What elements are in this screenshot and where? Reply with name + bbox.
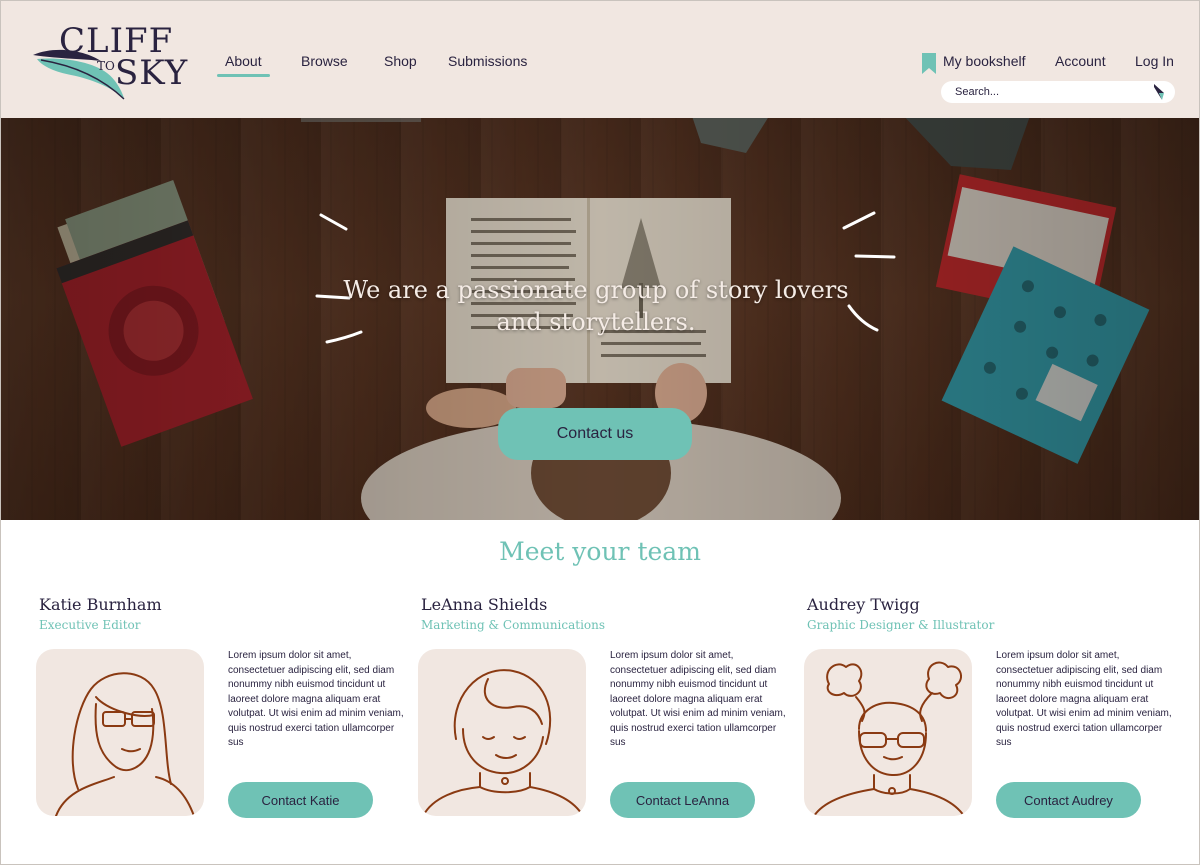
team-member-card: LeAnna Shields Marketing & Communication… bbox=[418, 594, 801, 834]
member-role: Marketing & Communications bbox=[421, 618, 606, 632]
logo[interactable]: CLIFF TO SKY bbox=[31, 21, 201, 103]
contact-leanna-button[interactable]: Contact LeAnna bbox=[610, 782, 755, 818]
search-bar bbox=[941, 81, 1175, 103]
member-bio: Lorem ipsum dolor sit amet, consectetuer… bbox=[610, 650, 786, 748]
logo-text-bottom: SKY bbox=[115, 53, 189, 93]
member-portrait bbox=[804, 649, 972, 816]
search-input[interactable] bbox=[955, 84, 1145, 100]
member-portrait bbox=[36, 649, 204, 816]
portrait-illustration bbox=[813, 661, 965, 816]
nav-item-submissions[interactable]: Submissions bbox=[448, 53, 527, 69]
hero-banner: We are a passionate group of story lover… bbox=[1, 118, 1199, 520]
team-section-title: Meet your team bbox=[499, 537, 701, 566]
login-link[interactable]: Log In bbox=[1135, 53, 1174, 69]
contact-us-button[interactable]: Contact us bbox=[498, 408, 692, 460]
nav-item-browse[interactable]: Browse bbox=[301, 53, 348, 69]
page: CLIFF TO SKY About Browse Shop Submissio… bbox=[0, 0, 1200, 865]
member-portrait bbox=[418, 649, 586, 816]
member-bio: Lorem ipsum dolor sit amet, consectetuer… bbox=[996, 650, 1172, 748]
member-role: Executive Editor bbox=[39, 618, 141, 632]
member-name: Katie Burnham bbox=[39, 595, 162, 614]
my-bookshelf-link[interactable]: My bookshelf bbox=[943, 53, 1025, 69]
nav-item-about[interactable]: About bbox=[217, 53, 270, 77]
hero-heading: We are a passionate group of story lover… bbox=[343, 276, 849, 336]
portrait-illustration bbox=[422, 669, 584, 816]
member-name: Audrey Twigg bbox=[807, 595, 920, 614]
search-arrow-icon[interactable] bbox=[1153, 84, 1165, 100]
contact-audrey-button[interactable]: Contact Audrey bbox=[996, 782, 1141, 818]
account-link[interactable]: Account bbox=[1055, 53, 1106, 69]
site-header: CLIFF TO SKY About Browse Shop Submissio… bbox=[1, 1, 1199, 118]
portrait-illustration bbox=[55, 672, 195, 816]
team-member-card: Audrey Twigg Graphic Designer & Illustra… bbox=[804, 594, 1187, 834]
member-role: Graphic Designer & Illustrator bbox=[807, 618, 995, 632]
contact-katie-button[interactable]: Contact Katie bbox=[228, 782, 373, 818]
nav-item-shop[interactable]: Shop bbox=[384, 53, 417, 69]
bookmark-icon[interactable] bbox=[922, 53, 936, 74]
logo-text-middle: TO bbox=[97, 59, 115, 73]
team-member-card: Katie Burnham Executive Editor Lorem ips… bbox=[36, 594, 419, 834]
member-bio: Lorem ipsum dolor sit amet, consectetuer… bbox=[228, 650, 404, 748]
member-name: LeAnna Shields bbox=[421, 595, 548, 614]
